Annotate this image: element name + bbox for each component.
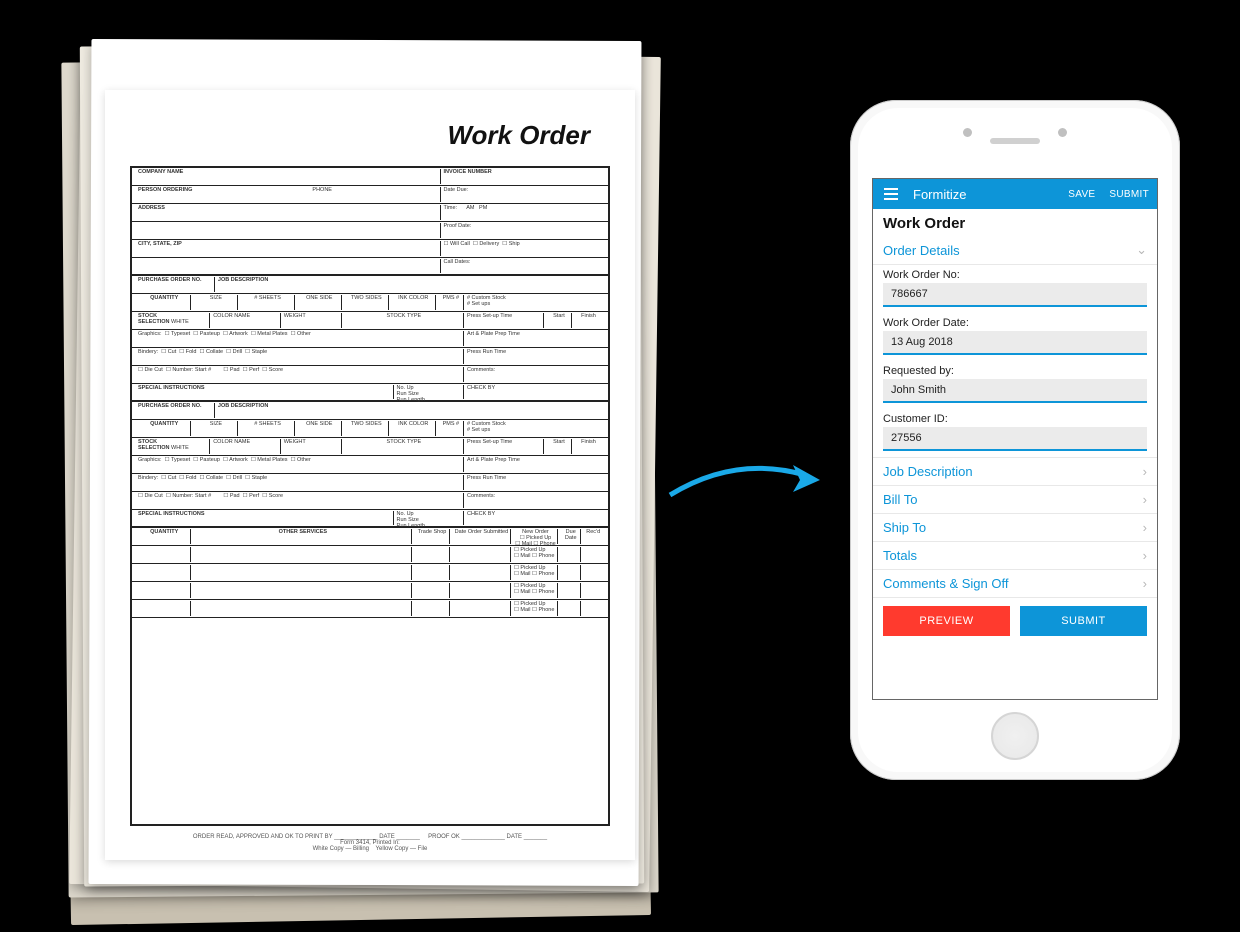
chevron-down-icon: ⌄ [1136, 242, 1147, 258]
section-label: Comments & Sign Off [883, 576, 1008, 591]
requested-by-input[interactable] [883, 379, 1147, 403]
header-submit-button[interactable]: SUBMIT [1109, 189, 1149, 200]
paper-content: COMPANY NAMEINVOICE NUMBER PERSON ORDERI… [130, 166, 610, 826]
chevron-right-icon: › [1143, 492, 1147, 507]
paper-title: Work Order [130, 120, 610, 151]
section-bill-to[interactable]: Bill To › [873, 486, 1157, 514]
section-totals[interactable]: Totals › [873, 542, 1157, 570]
header-save-button[interactable]: SAVE [1068, 189, 1095, 200]
action-row: PREVIEW SUBMIT [873, 598, 1157, 644]
section-label: Totals [883, 548, 917, 563]
phone-top [858, 108, 1172, 173]
paper-work-order-form: Work Order COMPANY NAMEINVOICE NUMBER PE… [105, 90, 635, 860]
phone-speaker [990, 138, 1040, 144]
section-label: Bill To [883, 492, 917, 507]
phone-mockup: Formitize SAVE SUBMIT Work Order Order D… [850, 100, 1180, 780]
paper-footer: ORDER READ, APPROVED AND OK TO PRINT BY … [130, 834, 610, 852]
arrow-icon [665, 450, 825, 510]
hamburger-menu-icon[interactable] [881, 185, 901, 203]
preview-button[interactable]: PREVIEW [883, 606, 1010, 636]
customer-id-input[interactable] [883, 427, 1147, 451]
section-comments-sign-off[interactable]: Comments & Sign Off › [873, 570, 1157, 598]
chevron-right-icon: › [1143, 464, 1147, 479]
app-header: Formitize SAVE SUBMIT [873, 179, 1157, 209]
work-order-no-input[interactable] [883, 283, 1147, 307]
app-screen: Formitize SAVE SUBMIT Work Order Order D… [872, 178, 1158, 700]
section-label: Order Details [883, 243, 960, 258]
field-label-work-order-date: Work Order Date: [883, 317, 1147, 329]
phone-sensor [1058, 128, 1067, 137]
section-label: Ship To [883, 520, 926, 535]
work-order-date-input[interactable] [883, 331, 1147, 355]
field-label-customer-id: Customer ID: [883, 413, 1147, 425]
submit-button[interactable]: SUBMIT [1020, 606, 1147, 636]
field-label-work-order-no: Work Order No: [883, 269, 1147, 281]
section-ship-to[interactable]: Ship To › [873, 514, 1157, 542]
section-label: Job Description [883, 464, 973, 479]
home-button[interactable] [991, 712, 1039, 760]
form-title: Work Order [873, 209, 1157, 236]
phone-camera [963, 128, 972, 137]
app-brand: Formitize [913, 187, 1054, 202]
section-order-details[interactable]: Order Details ⌄ [873, 236, 1157, 265]
chevron-right-icon: › [1143, 576, 1147, 591]
paper-stack: Work Order COMPANY NAMEINVOICE NUMBER PE… [60, 20, 660, 930]
chevron-right-icon: › [1143, 548, 1147, 563]
chevron-right-icon: › [1143, 520, 1147, 535]
section-job-description[interactable]: Job Description › [873, 457, 1157, 486]
field-label-requested-by: Requested by: [883, 365, 1147, 377]
